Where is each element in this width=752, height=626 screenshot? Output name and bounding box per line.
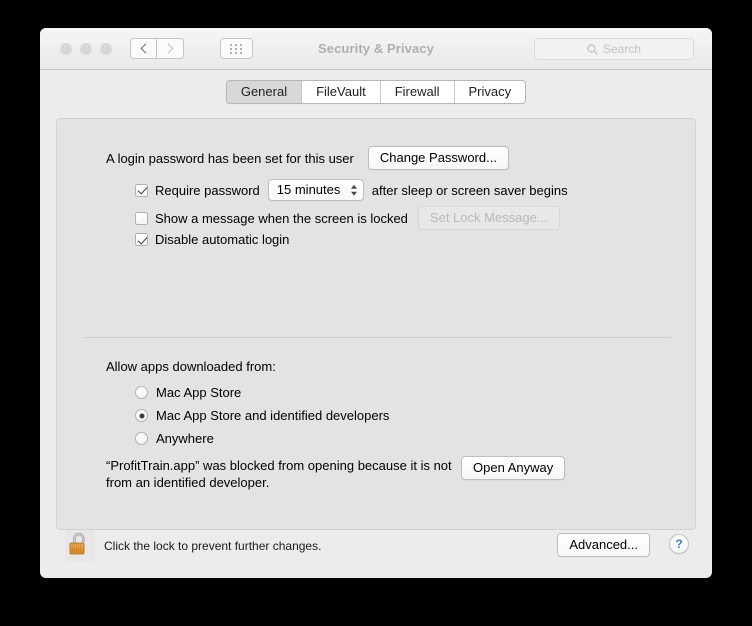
window-titlebar: Security & Privacy Search — [40, 28, 712, 70]
lock-button[interactable] — [65, 530, 95, 562]
disable-automatic-login-row: Disable automatic login — [135, 232, 289, 247]
login-password-row: A login password has been set for this u… — [106, 146, 509, 170]
show-lock-message-checkbox[interactable] — [135, 211, 148, 225]
tab-filevault[interactable]: FileVault — [302, 81, 381, 103]
tab-privacy[interactable]: Privacy — [454, 81, 526, 103]
require-password-interval-value: 15 minutes — [276, 182, 341, 197]
show-lock-message-row: Show a message when the screen is locked… — [135, 206, 560, 230]
tab-firewall[interactable]: Firewall — [380, 81, 455, 103]
allow-apps-option-mac-app-store[interactable]: Mac App Store — [135, 385, 241, 400]
require-password-interval-select[interactable]: 15 minutes — [267, 179, 364, 201]
advanced-button[interactable]: Advanced... — [557, 533, 650, 557]
radio-label: Mac App Store — [156, 385, 242, 400]
radio-button[interactable] — [135, 386, 148, 399]
stepper-chevrons-icon — [350, 184, 357, 196]
change-password-button[interactable]: Change Password... — [367, 146, 509, 170]
blocked-app-message: “ProfitTrain.app” was blocked from openi… — [106, 458, 452, 490]
disable-automatic-login-checkbox[interactable] — [135, 233, 148, 246]
section-divider — [83, 337, 671, 338]
radio-label: Anywhere — [156, 431, 214, 446]
require-password-suffix-label: after sleep or screen saver begins — [371, 182, 568, 198]
radio-button[interactable] — [135, 409, 148, 422]
tab-general[interactable]: General — [226, 81, 303, 103]
allow-apps-option-anywhere[interactable]: Anywhere — [135, 431, 214, 446]
tab-bar-area: General FileVault Firewall Privacy — [40, 70, 712, 104]
open-anyway-button[interactable]: Open Anyway — [461, 456, 566, 480]
allow-apps-label: Allow apps downloaded from: — [106, 359, 276, 374]
set-lock-message-button[interactable]: Set Lock Message... — [417, 206, 560, 230]
require-password-label: Require password — [155, 182, 260, 198]
window-footer: Click the lock to prevent further change… — [40, 530, 712, 578]
allow-apps-option-identified-developers[interactable]: Mac App Store and identified developers — [135, 408, 389, 423]
search-input[interactable]: Search — [534, 38, 694, 60]
lock-hint-text: Click the lock to prevent further change… — [104, 539, 322, 553]
search-placeholder: Search — [602, 42, 642, 56]
radio-label: Mac App Store and identified developers — [156, 408, 390, 423]
unlocked-padlock-icon — [69, 532, 85, 555]
general-pane: A login password has been set for this u… — [56, 118, 696, 530]
show-lock-message-label: Show a message when the screen is locked — [155, 210, 408, 226]
login-password-status: A login password has been set for this u… — [106, 150, 354, 166]
preferences-window: Security & Privacy Search General FileVa… — [40, 28, 712, 578]
require-password-row: Require password 15 minutes after sleep … — [135, 179, 568, 201]
tab-bar: General FileVault Firewall Privacy — [225, 80, 527, 104]
radio-button[interactable] — [135, 432, 148, 445]
search-icon — [587, 43, 598, 55]
disable-automatic-login-label: Disable automatic login — [155, 232, 290, 247]
require-password-checkbox[interactable] — [135, 183, 148, 197]
help-button[interactable]: ? — [669, 534, 689, 554]
